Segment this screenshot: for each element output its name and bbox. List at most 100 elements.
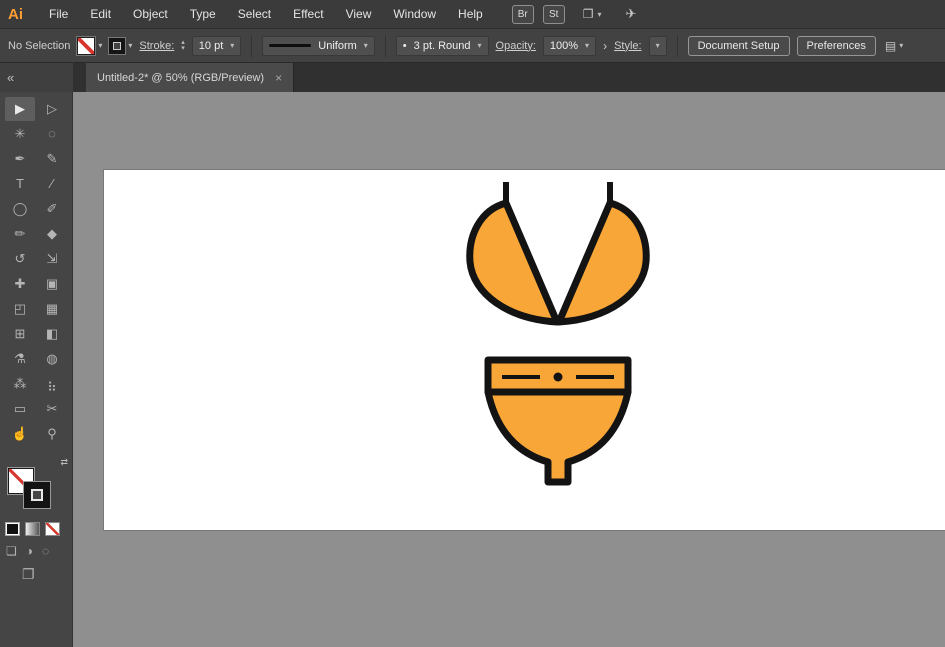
line-segment-tool[interactable]: ∕	[37, 172, 67, 196]
preferences-button[interactable]: Preferences	[797, 36, 876, 56]
rotate-tool[interactable]: ↺	[5, 247, 35, 271]
chevron-down-icon: ▾	[585, 41, 589, 50]
gradient-button[interactable]	[25, 522, 40, 536]
menu-file[interactable]: File	[38, 0, 79, 28]
document-setup-button[interactable]: Document Setup	[688, 36, 790, 56]
menu-help[interactable]: Help	[447, 0, 494, 28]
screen-mode-icon[interactable]: ❐	[22, 566, 35, 583]
selection-tool[interactable]: ▶	[5, 97, 35, 121]
mesh-tool[interactable]: ⊞	[5, 322, 35, 346]
width-tool[interactable]: ✚	[5, 272, 35, 296]
waistband-dot[interactable]	[554, 373, 563, 382]
slice-tool[interactable]: ✂	[37, 397, 67, 421]
stepper-down-icon: ▾	[181, 46, 185, 52]
blend-icon: ◍	[46, 351, 57, 366]
symbol-sprayer-tool[interactable]: ⁂	[5, 372, 35, 396]
swap-fill-stroke-icon[interactable]: ⇄	[60, 457, 68, 468]
direct-selection-tool[interactable]: ▷	[37, 97, 67, 121]
divider	[251, 35, 252, 57]
tools-panel: ▶▷ ✳ ◌ ✒ ✎ T ∕ ◯✐✏◆↺⇲✚ ▣ ◰ ▦ ⊞ ◧ ⚗ ◍ ⁂⣦▭✂☝ ⚲ ⇄ ❏ ◑ ◌ ❐	[0, 92, 73, 647]
canvas-area[interactable]	[73, 92, 945, 647]
style-field[interactable]: ▾	[649, 36, 667, 56]
app-logo: Ai	[8, 6, 38, 23]
style-label[interactable]: Style:	[614, 40, 642, 52]
type-icon: T	[16, 176, 24, 191]
stroke-weight-field[interactable]: 10 pt ▾	[192, 36, 241, 56]
bikini-left-cup[interactable]	[470, 203, 557, 322]
pen-tool[interactable]: ✒	[5, 147, 35, 171]
stroke-profile-field[interactable]: Uniform ▾	[262, 36, 375, 56]
stroke-color-box[interactable]	[24, 482, 50, 508]
menu-effect[interactable]: Effect	[282, 0, 334, 28]
paintbrush-tool[interactable]: ✐	[37, 197, 67, 221]
shape-builder-tool[interactable]: ◰	[5, 297, 35, 321]
opacity-field[interactable]: 100% ▾	[543, 36, 596, 56]
stroke-weight-stepper[interactable]: ▴ ▾	[181, 40, 185, 52]
control-panel-menu[interactable]: ▤ ▾	[885, 39, 903, 53]
divider	[677, 35, 678, 57]
menu-select[interactable]: Select	[227, 0, 282, 28]
none-button[interactable]	[45, 522, 60, 536]
bridge-badge[interactable]: Br	[512, 5, 534, 24]
drawing-modes: ❏ ◑ ◌	[6, 544, 49, 558]
gpu-performance-icon[interactable]: ✈	[626, 6, 637, 22]
color-button[interactable]	[5, 522, 20, 536]
line-segment-icon: ∕	[51, 176, 53, 191]
magic-wand-icon: ✳	[15, 126, 26, 141]
bikini-right-cup[interactable]	[559, 203, 646, 322]
draw-behind-icon[interactable]: ◑	[26, 544, 33, 558]
bikini-artwork[interactable]	[440, 170, 680, 500]
perspective-grid-tool[interactable]: ▦	[37, 297, 67, 321]
type-tool[interactable]: T	[5, 172, 35, 196]
pen-icon: ✒	[15, 151, 26, 166]
zoom-icon: ⚲	[47, 426, 57, 441]
menu-window[interactable]: Window	[382, 0, 447, 28]
stroke-label[interactable]: Stroke:	[139, 40, 174, 52]
column-graph-tool[interactable]: ⣦	[37, 372, 67, 396]
color-mode-buttons	[5, 522, 60, 536]
blend-tool[interactable]: ◍	[37, 347, 67, 371]
fill-color-control[interactable]: ▾	[77, 37, 102, 55]
curvature-tool[interactable]: ✎	[37, 147, 67, 171]
eyedropper-icon: ⚗	[14, 351, 26, 366]
lasso-icon: ◌	[48, 126, 56, 141]
workspace-icon: ❒	[583, 7, 594, 21]
control-bar: No Selection ▾ ▾ Stroke: ▴ ▾ 10 pt ▾ Uni…	[0, 29, 945, 63]
free-transform-icon: ▣	[46, 276, 58, 291]
mesh-icon: ⊞	[15, 326, 26, 341]
hand-tool[interactable]: ☝	[5, 422, 35, 446]
magic-wand-tool[interactable]: ✳	[5, 122, 35, 146]
ellipse-tool[interactable]: ◯	[5, 197, 35, 221]
close-tab-icon[interactable]: ×	[275, 71, 282, 85]
collapse-panel-icon[interactable]: «	[7, 70, 14, 85]
draw-inside-icon[interactable]: ◌	[42, 544, 49, 558]
stroke-profile-line-icon	[269, 44, 311, 47]
brush-definition-field[interactable]: • 3 pt. Round ▾	[396, 36, 489, 56]
menu-edit[interactable]: Edit	[79, 0, 122, 28]
draw-normal-icon[interactable]: ❏	[6, 544, 17, 558]
chevron-down-icon: ▾	[128, 41, 132, 50]
eyedropper-tool[interactable]: ⚗	[5, 347, 35, 371]
workspace-switcher[interactable]: ❒ ▾	[583, 7, 602, 21]
zoom-tool[interactable]: ⚲	[37, 422, 67, 446]
eraser-tool[interactable]: ◆	[37, 222, 67, 246]
perspective-grid-icon: ▦	[46, 301, 58, 316]
chevron-down-icon: ▾	[364, 41, 368, 50]
opacity-label[interactable]: Opacity:	[496, 40, 536, 52]
menu-type[interactable]: Type	[179, 0, 227, 28]
stroke-color-control[interactable]: ▾	[109, 38, 132, 54]
panel-icon: ▤	[885, 39, 896, 53]
pencil-tool[interactable]: ✏	[5, 222, 35, 246]
bikini-bottom[interactable]	[488, 392, 628, 482]
menu-view[interactable]: View	[335, 0, 383, 28]
opacity-flyout-icon[interactable]: ›	[603, 39, 607, 53]
stroke-profile-value: Uniform	[318, 40, 357, 52]
menu-object[interactable]: Object	[122, 0, 179, 28]
gradient-tool[interactable]: ◧	[37, 322, 67, 346]
document-tab[interactable]: Untitled-2* @ 50% (RGB/Preview) ×	[86, 63, 294, 92]
lasso-tool[interactable]: ◌	[37, 122, 67, 146]
scale-tool[interactable]: ⇲	[37, 247, 67, 271]
stock-badge[interactable]: St	[543, 5, 565, 24]
free-transform-tool[interactable]: ▣	[37, 272, 67, 296]
artboard-tool[interactable]: ▭	[5, 397, 35, 421]
